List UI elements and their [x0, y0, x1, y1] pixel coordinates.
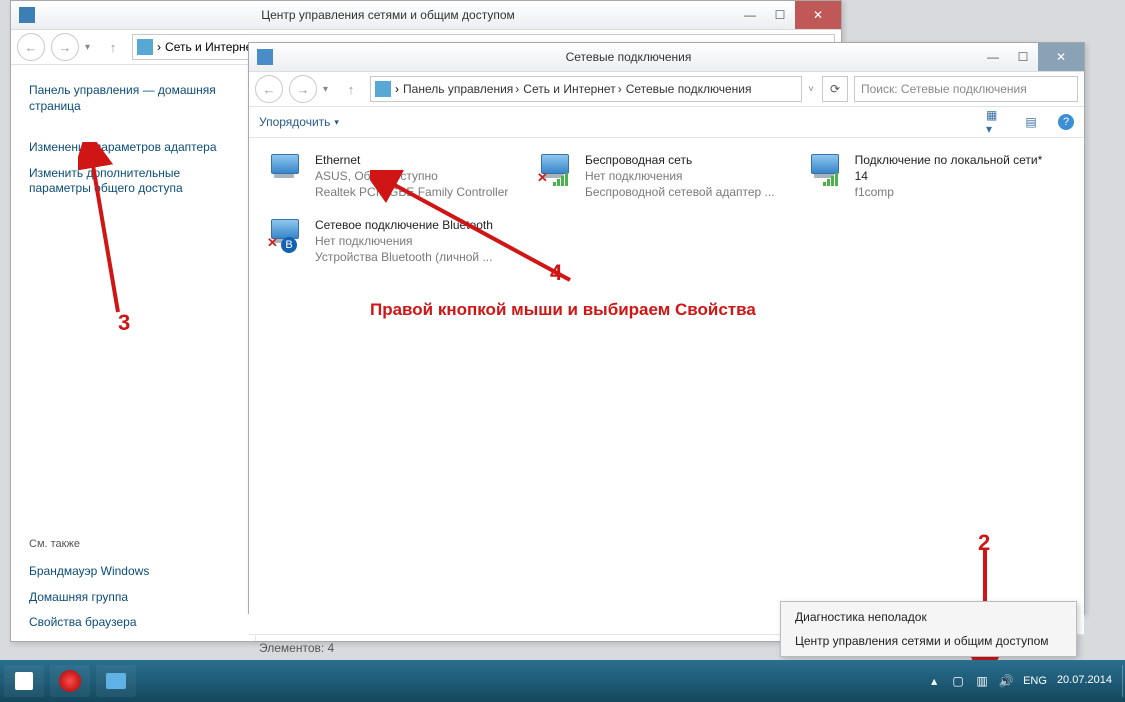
- window-title: Центр управления сетями и общим доступом: [41, 8, 735, 22]
- tray-up-icon[interactable]: ▴: [927, 674, 941, 688]
- close-button[interactable]: ✕: [1038, 43, 1084, 71]
- close-button[interactable]: ✕: [795, 1, 841, 29]
- network-connections-window: Сетевые подключения — ☐ ✕ ← → ▾ ↑ › Пане…: [248, 42, 1085, 614]
- forward-button[interactable]: →: [51, 33, 79, 61]
- toolbar: Упорядочить▾ ▦ ▾ ▤ ?: [249, 107, 1084, 138]
- control-panel-taskbar-icon[interactable]: [96, 665, 136, 697]
- adapter-name: Беспроводная сеть: [585, 152, 775, 168]
- tray-context-menu: Диагностика неполадок Центр управления с…: [780, 601, 1077, 657]
- view-large-icon[interactable]: ▦ ▾: [986, 113, 1004, 131]
- back-button[interactable]: ←: [255, 75, 283, 103]
- wifi-icon: [807, 152, 847, 186]
- tray-volume-icon[interactable]: 🔊: [999, 674, 1013, 688]
- taskbar: ▴ ▢ ▥ 🔊 ENG 20.07.2014: [0, 660, 1125, 702]
- network-icon: [375, 81, 391, 97]
- adapter-device: f1comp: [855, 184, 1055, 200]
- opera-taskbar-icon[interactable]: [50, 665, 90, 697]
- sidebar: Панель управления — домашняя страница Из…: [11, 65, 256, 641]
- crumb-c[interactable]: Сетевые подключения: [626, 82, 752, 96]
- organize-button[interactable]: Упорядочить▾: [259, 115, 339, 129]
- bluetooth-off-icon: ✕B: [267, 217, 307, 251]
- language-indicator[interactable]: ENG: [1023, 675, 1047, 687]
- menu-network-center[interactable]: Центр управления сетями и общим доступом: [781, 629, 1076, 653]
- history-dropdown[interactable]: ▾: [323, 84, 328, 95]
- adapter-status: Нет подключения: [315, 233, 493, 249]
- adapter-status: ASUS, Общедоступно: [315, 168, 508, 184]
- browser-link[interactable]: Свойства браузера: [29, 615, 239, 631]
- crumb-a[interactable]: Панель управления: [403, 82, 513, 96]
- start-button[interactable]: [4, 665, 44, 697]
- adapter-name: Ethernet: [315, 152, 508, 168]
- crumb-b[interactable]: Сеть и Интернет: [523, 82, 615, 96]
- refresh-button[interactable]: ⟳: [822, 76, 848, 102]
- nav-bar: ← → ▾ ↑ › Панель управления › Сеть и Инт…: [249, 72, 1084, 107]
- maximize-button[interactable]: ☐: [1008, 43, 1038, 71]
- app-icon: [257, 49, 273, 65]
- adapter-device: Устройства Bluetooth (личной ...: [315, 249, 493, 265]
- adapter-device: Беспроводной сетевой адаптер ...: [585, 184, 775, 200]
- minimize-button[interactable]: —: [735, 1, 765, 29]
- history-dropdown[interactable]: ▾: [85, 42, 90, 53]
- window-title: Сетевые подключения: [279, 50, 978, 64]
- forward-button[interactable]: →: [289, 75, 317, 103]
- adapter-lan14[interactable]: Подключение по локальной сети* 14 f1comp: [803, 148, 1061, 205]
- minimize-button[interactable]: —: [978, 43, 1008, 71]
- up-button[interactable]: ↑: [100, 34, 126, 60]
- address-dropdown[interactable]: ˅: [808, 84, 814, 95]
- adapter-wifi[interactable]: ✕ Беспроводная сеть Нет подключения Бесп…: [533, 148, 791, 205]
- adapter-name: Сетевое подключение Bluetooth: [315, 217, 493, 233]
- clock[interactable]: 20.07.2014: [1057, 674, 1112, 687]
- adapter-name: Подключение по локальной сети* 14: [855, 152, 1057, 184]
- adapters-area: Ethernet ASUS, Общедоступно Realtek PCIe…: [249, 138, 1084, 634]
- item-count: Элементов: 4: [259, 641, 334, 655]
- wifi-off-icon: ✕: [537, 152, 577, 186]
- address-bar[interactable]: › Панель управления › Сеть и Интернет › …: [370, 76, 802, 102]
- firewall-link[interactable]: Брандмауэр Windows: [29, 564, 239, 580]
- adapter-ethernet[interactable]: Ethernet ASUS, Общедоступно Realtek PCIe…: [263, 148, 521, 205]
- search-input[interactable]: Поиск: Сетевые подключения: [854, 76, 1078, 102]
- advanced-sharing-link[interactable]: Изменить дополнительные параметры общего…: [29, 166, 239, 197]
- maximize-button[interactable]: ☐: [765, 1, 795, 29]
- ethernet-icon: [267, 152, 307, 186]
- home-link[interactable]: Панель управления — домашняя страница: [29, 83, 239, 114]
- menu-diagnose[interactable]: Диагностика неполадок: [781, 605, 1076, 629]
- tray-flag-icon[interactable]: ▢: [951, 674, 965, 688]
- help-icon[interactable]: ?: [1058, 114, 1074, 130]
- see-also-label: См. также: [29, 538, 239, 550]
- up-button[interactable]: ↑: [338, 76, 364, 102]
- adapter-device: Realtek PCIe GBE Family Controller: [315, 184, 508, 200]
- network-icon: [137, 39, 153, 55]
- address-text: Сеть и Интернет: [165, 40, 257, 54]
- app-icon: [19, 7, 35, 23]
- back-button[interactable]: ←: [17, 33, 45, 61]
- titlebar: Центр управления сетями и общим доступом…: [11, 1, 841, 30]
- adapter-settings-link[interactable]: Изменение параметров адаптера: [29, 140, 239, 156]
- details-pane-icon[interactable]: ▤: [1022, 113, 1040, 131]
- homegroup-link[interactable]: Домашняя группа: [29, 590, 239, 606]
- titlebar: Сетевые подключения — ☐ ✕: [249, 43, 1084, 72]
- tray-network-icon[interactable]: ▥: [975, 674, 989, 688]
- adapter-bluetooth[interactable]: ✕B Сетевое подключение Bluetooth Нет под…: [263, 213, 521, 270]
- adapter-status: Нет подключения: [585, 168, 775, 184]
